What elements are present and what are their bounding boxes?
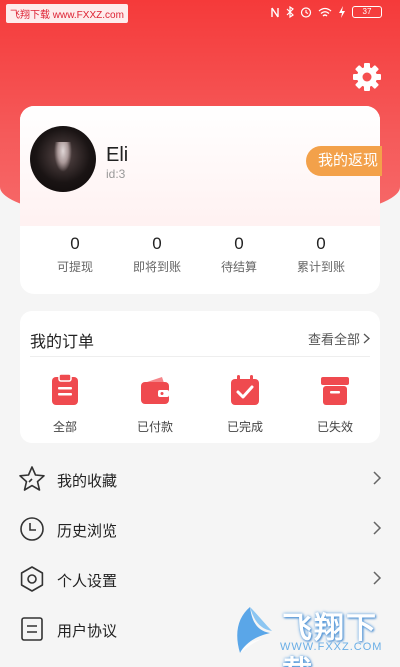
orders-card: 我的订单 查看全部 全部 已付款 已完成 已失效 (20, 311, 380, 443)
battery-level: 37 (362, 7, 372, 16)
clock-icon (20, 517, 44, 541)
status-icons: 37 (270, 6, 382, 18)
watermark-badge-text: 飞翔下载 www.FXXZ.com (10, 10, 124, 21)
stat-label: 可提现 (56, 260, 93, 274)
stat-label: 累计到账 (296, 260, 345, 274)
stat-withdrawable[interactable]: 0 可提现 (34, 234, 116, 275)
order-status-paid[interactable]: 已付款 (110, 373, 200, 435)
order-status-all[interactable]: 全部 (20, 373, 110, 435)
settings-icon (20, 566, 44, 592)
watermark-url: WWW.FXXZ.COM (280, 641, 383, 653)
charging-icon (339, 6, 345, 18)
avatar[interactable] (30, 126, 96, 192)
menu-item-label: 我的收藏 (57, 473, 118, 490)
menu-item-settings[interactable]: 个人设置 (0, 555, 400, 605)
stat-incoming[interactable]: 0 即将到账 (116, 234, 198, 275)
user-id: id:3 (106, 167, 126, 181)
stat-label: 待结算 (220, 260, 257, 274)
wallet-icon (141, 377, 169, 404)
watermark-brand: 飞翔下载 (282, 612, 378, 667)
stat-total-received[interactable]: 0 累计到账 (280, 234, 362, 275)
clipboard-list-icon (52, 373, 78, 405)
calendar-check-icon (231, 375, 259, 405)
battery-indicator: 37 (352, 6, 382, 18)
menu-item-favorites[interactable]: 我的收藏 (0, 455, 400, 505)
star-icon (19, 466, 45, 491)
stat-value: 0 (152, 234, 162, 253)
orders-title: 我的订单 (30, 334, 95, 351)
order-status-label: 已完成 (226, 420, 263, 434)
chevron-right-icon (373, 571, 382, 585)
stat-label: 即将到账 (132, 260, 181, 274)
order-status-label: 已失效 (316, 420, 353, 434)
view-all-label: 查看全部 (307, 332, 360, 347)
divider (30, 356, 370, 357)
chevron-right-icon (373, 471, 382, 485)
stat-value: 0 (234, 234, 244, 253)
watermark-badge: 飞翔下载 www.FXXZ.com (6, 4, 128, 23)
order-status-label: 已付款 (136, 420, 173, 434)
wallet-stats: 0 可提现 0 即将到账 0 待结算 0 累计到账 (20, 234, 380, 275)
watermark-logo: 飞翔下载 WWW.FXXZ.COM (224, 603, 384, 667)
stat-value: 0 (316, 234, 326, 253)
order-status-list: 全部 已付款 已完成 已失效 (20, 373, 380, 435)
document-icon (21, 617, 43, 641)
stat-pending-settlement[interactable]: 0 待结算 (198, 234, 280, 275)
menu-item-label: 历史浏览 (57, 523, 118, 540)
order-status-expired[interactable]: 已失效 (290, 373, 380, 435)
view-all-orders-link[interactable]: 查看全部 (308, 329, 370, 348)
my-rebate-button[interactable]: 我的返现 (306, 146, 382, 176)
bluetooth-icon (286, 6, 294, 18)
order-status-label: 全部 (52, 420, 77, 434)
chevron-right-icon (373, 521, 382, 535)
watermark-bird-icon (237, 607, 272, 653)
order-status-completed[interactable]: 已完成 (200, 373, 290, 435)
stat-value: 0 (70, 234, 80, 253)
box-icon (321, 377, 349, 405)
username: Eli (106, 144, 129, 166)
wifi-icon (318, 7, 332, 16)
menu-item-label: 用户协议 (57, 623, 118, 640)
status-bar: 飞翔下载 www.FXXZ.com 37 (0, 0, 400, 28)
nfc-icon (271, 7, 279, 17)
menu-item-history[interactable]: 历史浏览 (0, 505, 400, 555)
settings-gear-icon[interactable] (352, 62, 382, 92)
avatar-figure (54, 142, 72, 172)
menu-item-label: 个人设置 (57, 573, 118, 590)
alarm-icon (300, 7, 312, 18)
profile-card: Eli id:3 我的返现 0 可提现 0 即将到账 0 待结算 0 累计到账 (20, 106, 382, 294)
chevron-right-icon (363, 333, 370, 344)
